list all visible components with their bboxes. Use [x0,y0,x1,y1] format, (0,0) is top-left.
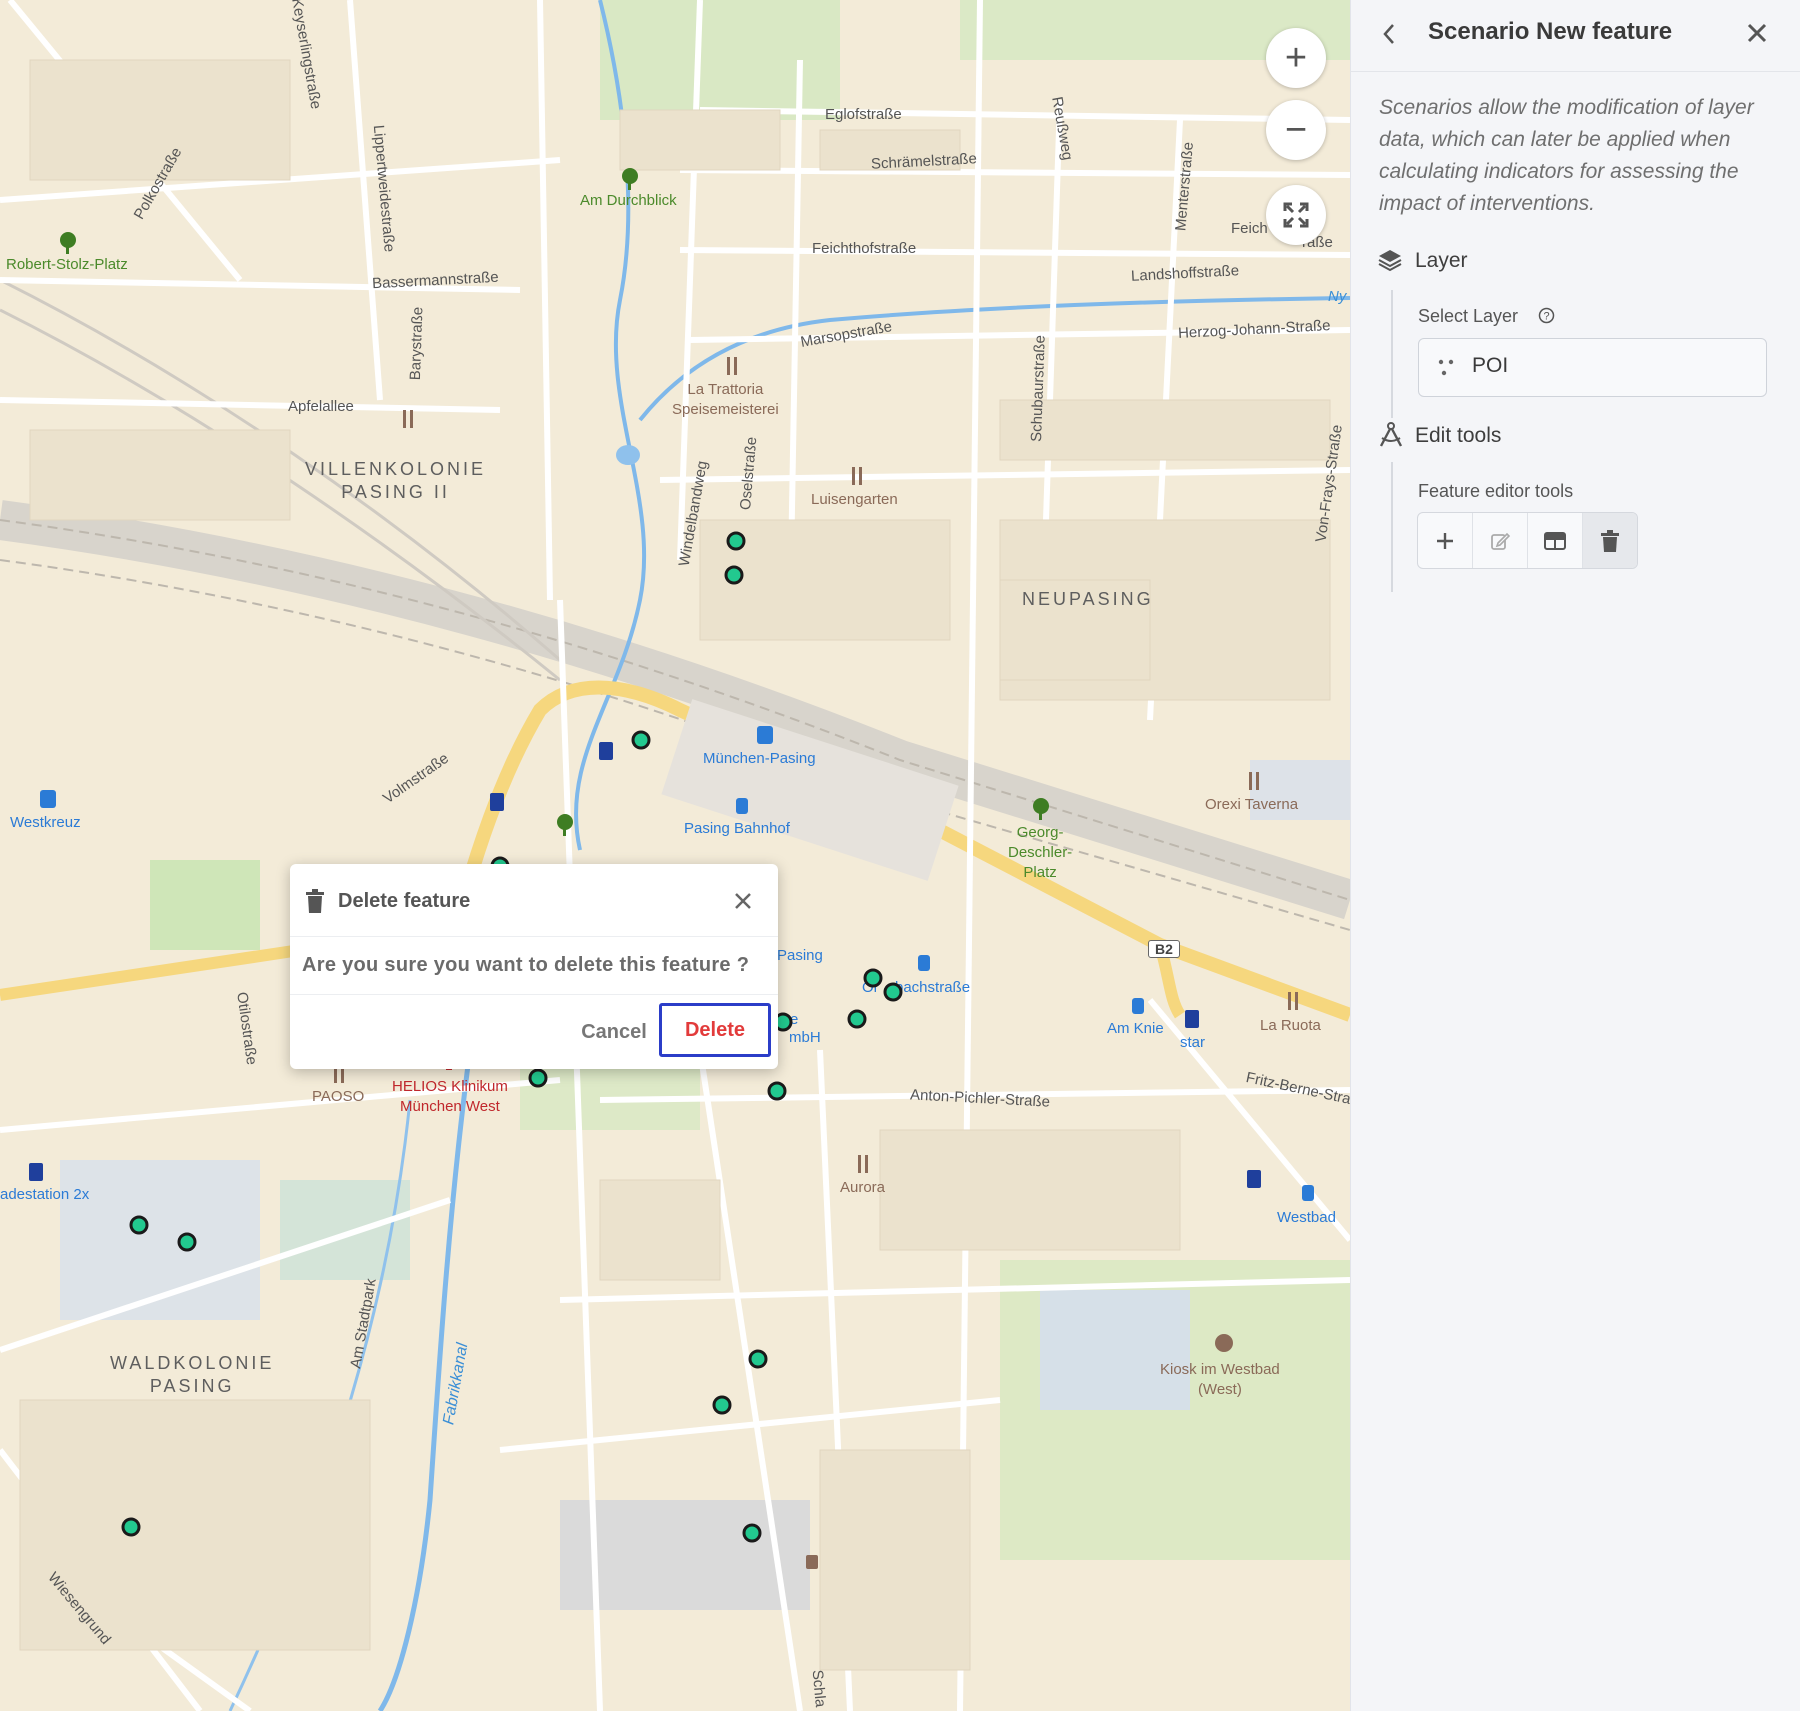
selected-layer-value: POI [1472,354,1509,377]
section-line [1391,462,1393,592]
fullscreen-button[interactable] [1266,185,1326,245]
map-view[interactable]: Eglofstraße Schrämelstraße Reußweg Feich… [0,0,1350,1711]
add-feature-button[interactable] [1418,513,1473,568]
dialog-header: Delete feature [290,864,778,937]
poi-point[interactable] [863,968,883,988]
compass-tool-icon [1379,422,1403,447]
panel-title: Scenario New feature [1428,18,1673,45]
section-line [1391,290,1393,418]
layer-section-title: Layer [1415,249,1468,272]
poi-point[interactable] [121,1517,141,1537]
cancel-button[interactable]: Cancel [558,1010,670,1054]
delete-button[interactable]: Delete [659,1003,771,1057]
select-layer-label: Select Layer [1418,306,1519,326]
dialog-title: Delete feature [338,890,471,912]
edit-feature-button[interactable] [1473,513,1528,568]
fullscreen-icon [1283,202,1309,228]
poi-point[interactable] [883,982,903,1002]
edit-icon [1491,532,1511,550]
layer-select[interactable]: POI [1418,338,1767,397]
poi-point[interactable] [177,1232,197,1252]
dialog-message: Are you sure you want to delete this fea… [302,954,750,976]
table-button[interactable] [1528,513,1583,568]
close-icon[interactable] [734,892,752,910]
scenario-panel: Scenario New feature Scenarios allow the… [1350,0,1800,1711]
table-icon [1544,531,1566,550]
delete-feature-tool-button[interactable] [1583,513,1637,568]
minus-icon: − [1284,109,1308,151]
poi-point[interactable] [742,1523,762,1543]
layers-icon [1378,250,1402,272]
zoom-in-button[interactable]: + [1266,28,1326,88]
poi-point[interactable] [631,730,651,750]
feature-editor-label: Feature editor tools [1418,481,1574,501]
edit-tools-section-title: Edit tools [1415,424,1502,447]
feature-editor-toolbar [1417,512,1638,569]
divider [290,994,778,995]
trash-icon [306,889,324,913]
poi-point[interactable] [129,1215,149,1235]
panel-header: Scenario New feature [1351,0,1800,72]
close-icon[interactable] [1746,22,1768,44]
poi-point[interactable] [724,565,744,585]
poi-point[interactable] [767,1081,787,1101]
poi-point[interactable] [748,1349,768,1369]
points-icon [1438,359,1454,376]
plus-icon: + [1284,37,1308,79]
help-icon[interactable]: ? [1538,307,1555,324]
delete-feature-dialog: Delete feature Are you sure you want to … [290,864,778,1069]
chevron-left-icon[interactable] [1381,22,1397,46]
poi-point[interactable] [726,531,746,551]
poi-points[interactable] [0,0,1350,1711]
plus-icon [1437,532,1453,549]
poi-point[interactable] [712,1395,732,1415]
poi-point[interactable] [847,1009,867,1029]
trash-icon [1601,529,1619,552]
svg-text:?: ? [1543,311,1549,323]
zoom-out-button[interactable]: − [1266,100,1326,160]
poi-point[interactable] [528,1068,548,1088]
panel-description: Scenarios allow the modification of laye… [1379,96,1754,215]
